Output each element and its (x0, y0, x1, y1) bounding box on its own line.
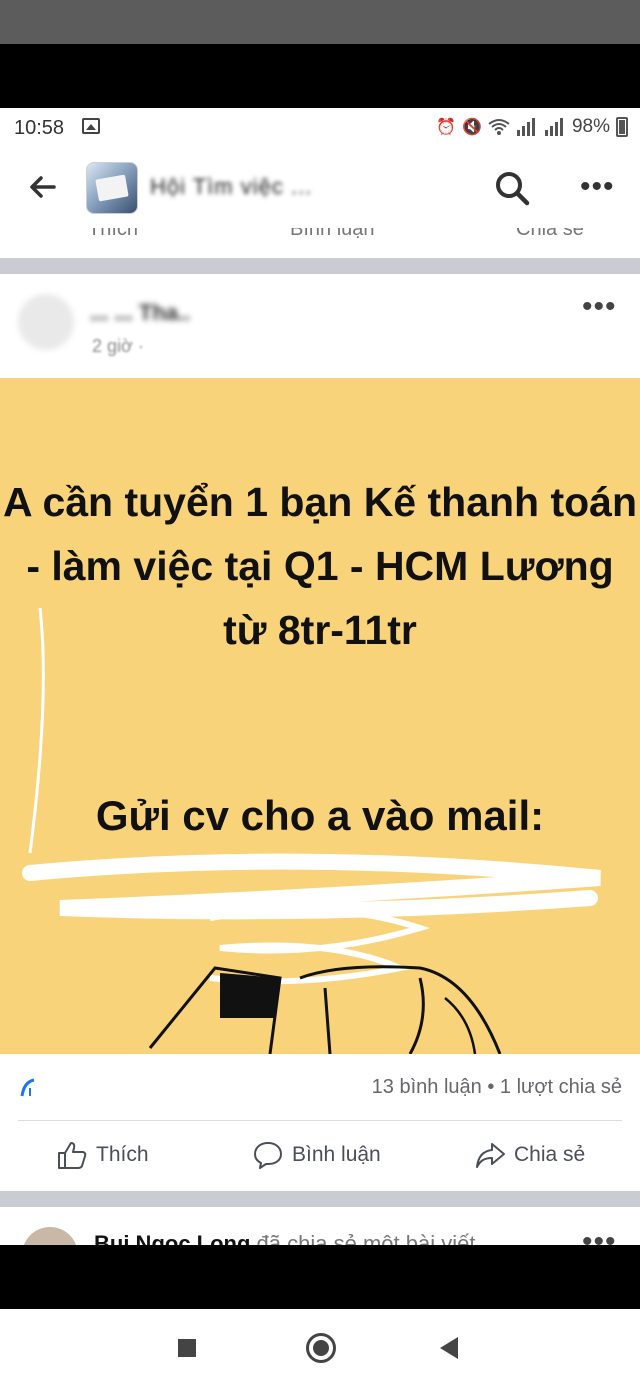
illustration-scribble (22, 607, 601, 1054)
status-time: 10:58 (14, 117, 65, 139)
recent-apps-icon[interactable] (178, 1339, 196, 1357)
like-button[interactable]: Thích (56, 1139, 149, 1171)
post-actions: Thích Bình luận Chia sẻ (0, 1121, 640, 1191)
reaction-icon[interactable] (18, 1076, 48, 1102)
home-icon[interactable] (306, 1333, 336, 1363)
prev-share-label[interactable]: Chia sẻ (516, 228, 584, 241)
comments-shares-count[interactable]: 13 bình luận • 1 lượt chia sẻ (372, 1076, 622, 1099)
wifi-icon (488, 119, 510, 135)
battery-text: 98% (571, 116, 610, 137)
top-frame-bar (0, 0, 640, 44)
back-triangle-icon[interactable] (440, 1337, 458, 1359)
prev-like-label[interactable]: Thích (88, 228, 138, 241)
next-author-avatar[interactable] (22, 1227, 78, 1245)
next-post-text[interactable]: Bui Ngoc Long đã chia sẻ một bài viết (94, 1231, 475, 1245)
search-icon[interactable] (492, 168, 532, 208)
post-counts: 13 bình luận • 1 lượt chia sẻ (0, 1054, 640, 1120)
top-black-bar (0, 44, 640, 108)
share-button[interactable]: Chia sẻ (474, 1139, 585, 1171)
comment-button[interactable]: Bình luận (252, 1139, 381, 1171)
prev-comment-label[interactable]: Bình luận (290, 228, 375, 241)
phone-screen: 10:58 ⏰ 🔇 98% Hội Tìm việc ... ••• Thích… (0, 108, 640, 1245)
gallery-icon (82, 118, 100, 134)
group-avatar[interactable] (86, 162, 138, 214)
thumbs-up-icon (58, 1142, 87, 1169)
share-icon (476, 1143, 505, 1168)
system-nav-bar (0, 1309, 640, 1386)
comment-icon (254, 1142, 282, 1169)
post-header: ... ... Tha.. 2 giờ · ••• (0, 274, 640, 378)
more-horizontal-icon[interactable]: ••• (582, 292, 617, 322)
like-label: Thích (96, 1143, 149, 1166)
more-horizontal-icon[interactable]: ••• (580, 172, 615, 202)
next-post-author[interactable]: Bui Ngoc Long (94, 1231, 250, 1245)
post-author[interactable]: ... ... Tha.. (90, 300, 190, 326)
group-title[interactable]: Hội Tìm việc ... (150, 174, 312, 200)
previous-post-actions: Thích Bình luận Chia sẻ (0, 228, 640, 242)
post-image[interactable]: A cần tuyển 1 bạn Kế thanh toán - làm vi… (0, 378, 640, 1054)
post-time[interactable]: 2 giờ · (92, 336, 144, 357)
alarm-icon: ⏰ (436, 119, 457, 136)
status-icons: ⏰ 🔇 98% (436, 116, 628, 138)
more-horizontal-icon[interactable]: ••• (582, 1227, 617, 1246)
comment-label: Bình luận (292, 1143, 381, 1166)
author-avatar[interactable] (18, 294, 74, 350)
share-label: Chia sẻ (514, 1143, 586, 1166)
app-bar: Hội Tìm việc ... ••• (0, 146, 640, 228)
mute-icon: 🔇 (462, 119, 482, 136)
feed-separator (0, 1191, 640, 1207)
next-post-header: Bui Ngoc Long đã chia sẻ một bài viết ••… (0, 1207, 640, 1245)
status-bar: 10:58 ⏰ 🔇 98% (0, 108, 640, 146)
feed-separator (0, 258, 640, 274)
signal-icon (516, 118, 535, 136)
signal-icon-2 (544, 118, 563, 136)
next-post-action: đã chia sẻ một bài viết (256, 1231, 476, 1245)
battery-icon (616, 117, 628, 137)
bottom-black-bar (0, 1245, 640, 1309)
arrow-left-icon[interactable] (26, 170, 60, 204)
